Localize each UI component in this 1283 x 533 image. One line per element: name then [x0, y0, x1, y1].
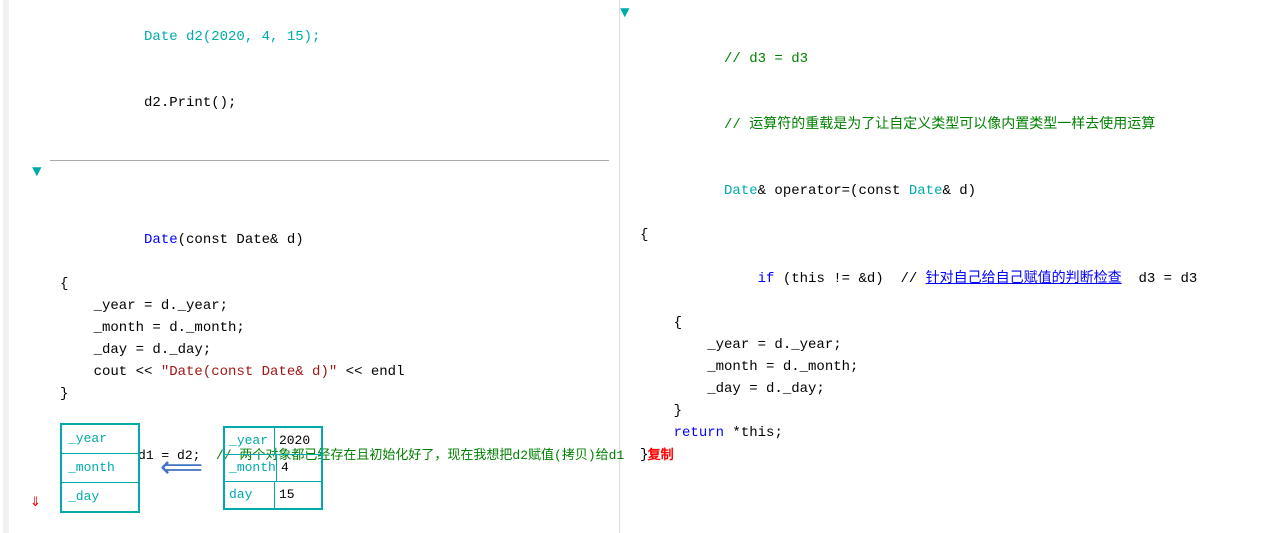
- code-token: (const Date& d): [178, 232, 304, 248]
- r-code-token: (this != &d) //: [774, 271, 925, 287]
- d1-day-cell: _day: [62, 483, 138, 511]
- d2-month-row: _month 4: [225, 455, 321, 482]
- code-line: cout << "Date(const Date& d)" << endl: [60, 361, 609, 383]
- code-line: _year = d._year;: [60, 295, 609, 317]
- r-code-line-8: _month = d._month;: [640, 356, 1273, 378]
- right-code-block: ▼ // d3 = d3 // 运算符的重载是为了让自定义类型可以像内置类型一样…: [640, 0, 1273, 466]
- d2-day-val: 15: [275, 482, 321, 508]
- d2-box: _year 2020 _month 4 day 15: [223, 426, 323, 510]
- r-code-token: & d): [942, 183, 976, 199]
- r-code-token: if: [758, 271, 775, 287]
- code-line: ▼ Date(const Date& d): [60, 163, 609, 273]
- d2-month-val: 4: [277, 455, 321, 481]
- copy-arrow: ⟸: [160, 450, 203, 487]
- code-token: Date: [144, 232, 178, 248]
- code-line: _month = d._month;: [60, 317, 609, 339]
- r-code-token: 针对自己给自己赋值的判断检查: [926, 271, 1122, 287]
- d2-day-row: day 15: [225, 482, 321, 508]
- r-code-token: d3 = d3: [1122, 271, 1198, 287]
- r-code-token: Date: [724, 183, 758, 199]
- d2-month-label: _month: [225, 455, 277, 481]
- r-code-line-2: // 运算符的重载是为了让自定义类型可以像内置类型一样去使用运算: [640, 92, 1273, 158]
- r-code-line-11: return *this;: [640, 422, 1273, 444]
- d1-year-cell: _year: [62, 425, 138, 454]
- r-code-line-5: if (this != &d) // 针对自己给自己赋值的判断检查 d3 = d…: [640, 246, 1273, 312]
- code-line: {: [60, 273, 609, 295]
- left-code-panel: Date d2(2020, 4, 15); d2.Print(); ▼ Date…: [0, 0, 620, 533]
- d2-year-val: 2020: [275, 428, 321, 454]
- code-line: d2.Print();: [60, 70, 609, 136]
- r-code-line-3: Date& operator=(const Date& d): [640, 158, 1273, 224]
- r-code-line-10: }: [640, 400, 1273, 422]
- d2-year-row: _year 2020: [225, 428, 321, 455]
- d2-year-label: _year: [225, 428, 275, 454]
- r-code-line-4: {: [640, 224, 1273, 246]
- arrow-down-icon: ▼: [32, 161, 42, 183]
- d1-month-cell: _month: [62, 454, 138, 483]
- main-container: Date d2(2020, 4, 15); d2.Print(); ▼ Date…: [0, 0, 1283, 533]
- r-code-token: Date: [909, 183, 943, 199]
- left-code-block: Date d2(2020, 4, 15); d2.Print(); ▼ Date…: [60, 0, 609, 405]
- d1-box: _year _month _day: [60, 423, 140, 513]
- r-code-line-6: {: [640, 312, 1273, 334]
- code-token: Date d2(2020, 4, 15);: [144, 29, 320, 45]
- code-separator: [50, 138, 609, 161]
- diagram-area: _year _month _day ⟸ _year 2020 _month 4: [0, 403, 620, 533]
- code-line: Date d2(2020, 4, 15);: [60, 4, 609, 70]
- r-code-token: return: [674, 425, 724, 441]
- r-code-line-12: }: [640, 444, 1273, 466]
- r-code-line-9: _day = d._day;: [640, 378, 1273, 400]
- r-code-token: // d3 = d3: [724, 51, 808, 67]
- r-code-line-1: ▼ // d3 = d3: [640, 4, 1273, 92]
- r-code-line-7: _year = d._year;: [640, 334, 1273, 356]
- r-code-token: & operator=(const: [758, 183, 909, 199]
- teal-arrow-icon: ▼: [620, 2, 630, 24]
- right-code-panel: ▼ // d3 = d3 // 运算符的重载是为了让自定义类型可以像内置类型一样…: [620, 0, 1283, 533]
- code-area: Date d2(2020, 4, 15); d2.Print(); ▼ Date…: [0, 0, 1283, 533]
- code-line: _day = d._day;: [60, 339, 609, 361]
- d2-day-label: day: [225, 482, 275, 508]
- code-token: d2.Print();: [144, 95, 236, 111]
- code-line: }: [60, 383, 609, 405]
